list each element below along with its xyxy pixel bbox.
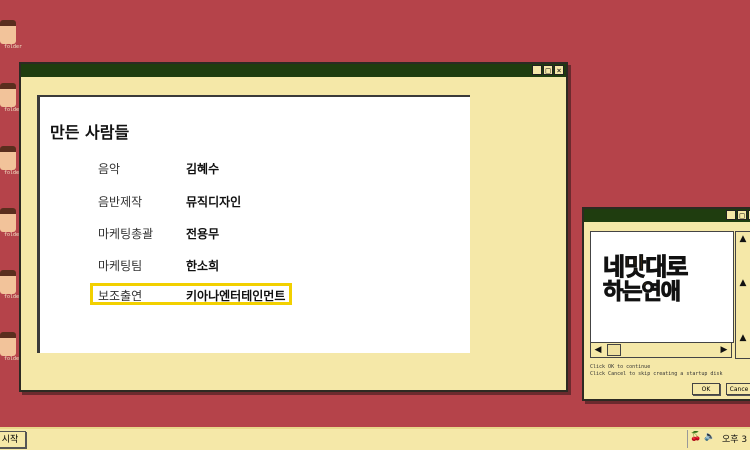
promo-image: 네맛대로 하는연애 — [590, 231, 734, 343]
promo-window: _ □ × 네맛대로 하는연애 ◀ ▶ ▲ ▲ ▲ Click OK to co… — [582, 207, 750, 401]
vertical-scrollbar[interactable]: ▲ ▲ ▲ — [735, 231, 750, 359]
credits-window: _ □ × 만든 사람들 음악 김혜수 음반제작 뮤직디자인 마케팅총괄 전용무… — [19, 62, 568, 392]
maximize-button[interactable]: □ — [737, 210, 747, 220]
logo-accent-text: 맛 — [624, 253, 647, 281]
window-titlebar[interactable]: _ □ × — [584, 209, 750, 222]
dialog-message: Click Cancel to skip creating a startup … — [590, 371, 723, 377]
dialog-message: Click OK to continue — [590, 364, 651, 370]
start-button[interactable]: 시작 — [0, 431, 26, 448]
cancel-button[interactable]: Cance — [726, 383, 750, 395]
scroll-left-icon[interactable]: ◀ — [592, 344, 604, 356]
highlight-box — [90, 283, 292, 305]
character-icon — [0, 208, 16, 232]
character-icon — [0, 20, 16, 44]
credit-name: 김혜수 — [186, 162, 220, 176]
credit-row: 마케팅팀 한소희 — [94, 255, 304, 275]
ok-button[interactable]: OK — [692, 383, 720, 395]
scroll-thumb[interactable] — [607, 344, 621, 356]
scroll-right-icon[interactable]: ▶ — [718, 344, 730, 356]
desktop-icon-folder[interactable]: folder — [0, 20, 24, 54]
character-icon — [0, 332, 16, 356]
character-icon — [0, 146, 16, 170]
desktop-icon-label: folder — [4, 44, 23, 50]
credit-name: 뮤직디자인 — [186, 195, 242, 209]
horizontal-scrollbar[interactable]: ◀ ▶ — [590, 342, 732, 358]
credit-role: 마케팅총괄 — [98, 227, 154, 241]
logo-text: 대로 — [645, 253, 689, 281]
cherry-icon[interactable]: 🍒 — [690, 432, 701, 442]
scroll-up-icon[interactable]: ▲ — [737, 332, 749, 344]
credit-row: 음반제작 뮤직디자인 — [94, 191, 304, 211]
maximize-button[interactable]: □ — [543, 65, 553, 75]
clock: 오후 3 — [722, 435, 748, 445]
logo-text: 하는 — [602, 280, 643, 306]
credit-name: 전용무 — [186, 227, 220, 241]
scroll-up-icon[interactable]: ▲ — [737, 233, 749, 245]
minimize-button[interactable]: _ — [532, 65, 542, 75]
credit-role: 음악 — [98, 162, 121, 176]
volume-icon[interactable]: 🔈 — [704, 432, 715, 442]
minimize-button[interactable]: _ — [726, 210, 736, 220]
close-button[interactable]: × — [554, 65, 564, 75]
credit-row: 마케팅총괄 전용무 — [94, 223, 304, 243]
character-icon — [0, 83, 16, 107]
logo-accent-text: 연애 — [641, 280, 682, 306]
system-tray: 🍒 🔈 오후 3 — [687, 430, 750, 448]
window-titlebar[interactable]: _ □ × — [21, 64, 566, 77]
page-title: 만든 사람들 — [50, 123, 130, 142]
taskbar: 시작 🍒 🔈 오후 3 — [0, 427, 750, 450]
scroll-up-icon[interactable]: ▲ — [737, 277, 749, 289]
credit-name: 한소희 — [186, 259, 220, 273]
credits-content: 만든 사람들 음악 김혜수 음반제작 뮤직디자인 마케팅총괄 전용무 마케팅팀 … — [37, 95, 470, 353]
logo-text: 네 — [602, 253, 625, 281]
credit-row: 음악 김혜수 — [94, 158, 304, 178]
credit-role: 마케팅팀 — [98, 259, 143, 273]
credit-role: 음반제작 — [98, 195, 143, 209]
show-logo: 네맛대로 하는연애 — [602, 253, 721, 306]
character-icon — [0, 270, 16, 294]
